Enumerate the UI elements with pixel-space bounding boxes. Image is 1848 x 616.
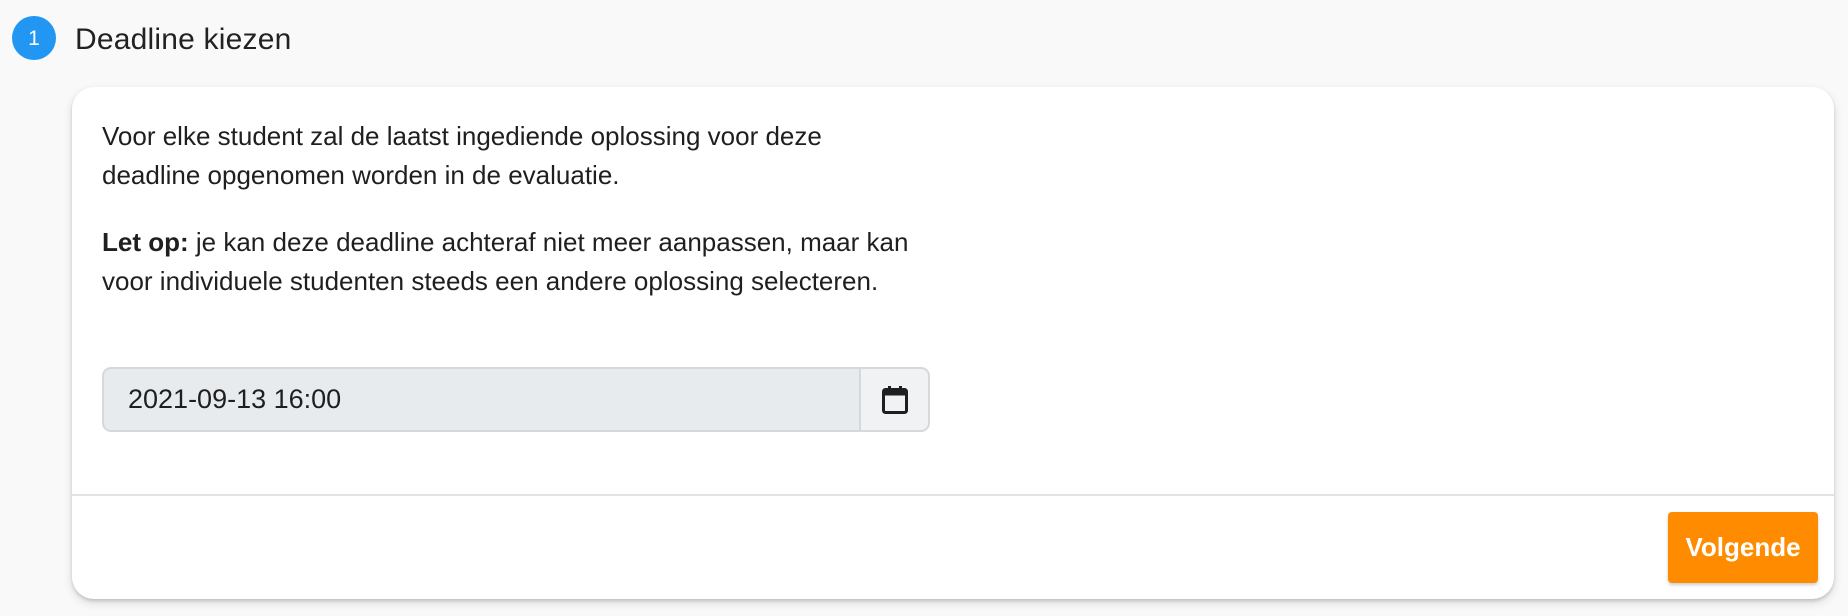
next-button[interactable]: Volgende — [1668, 512, 1818, 583]
step-number-badge: 1 — [12, 16, 56, 60]
deadline-description: Voor elke student zal de laatst ingedien… — [102, 121, 822, 190]
card-body: Voor elke student zal de laatst ingedien… — [72, 87, 1834, 494]
deadline-card: Voor elke student zal de laatst ingedien… — [72, 87, 1834, 599]
deadline-date-picker — [102, 367, 930, 432]
date-picker-button[interactable] — [859, 367, 930, 432]
step-title: Deadline kiezen — [75, 23, 292, 56]
warning-text: je kan deze deadline achteraf niet meer … — [102, 227, 909, 296]
card-footer-divider — [72, 494, 1834, 496]
deadline-warning: Let op: je kan deze deadline achteraf ni… — [102, 223, 922, 301]
deadline-date-input[interactable] — [102, 367, 859, 432]
step-header: 1 Deadline kiezen — [12, 16, 291, 60]
calendar-icon — [881, 385, 908, 414]
warning-label: Let op: — [102, 227, 189, 257]
